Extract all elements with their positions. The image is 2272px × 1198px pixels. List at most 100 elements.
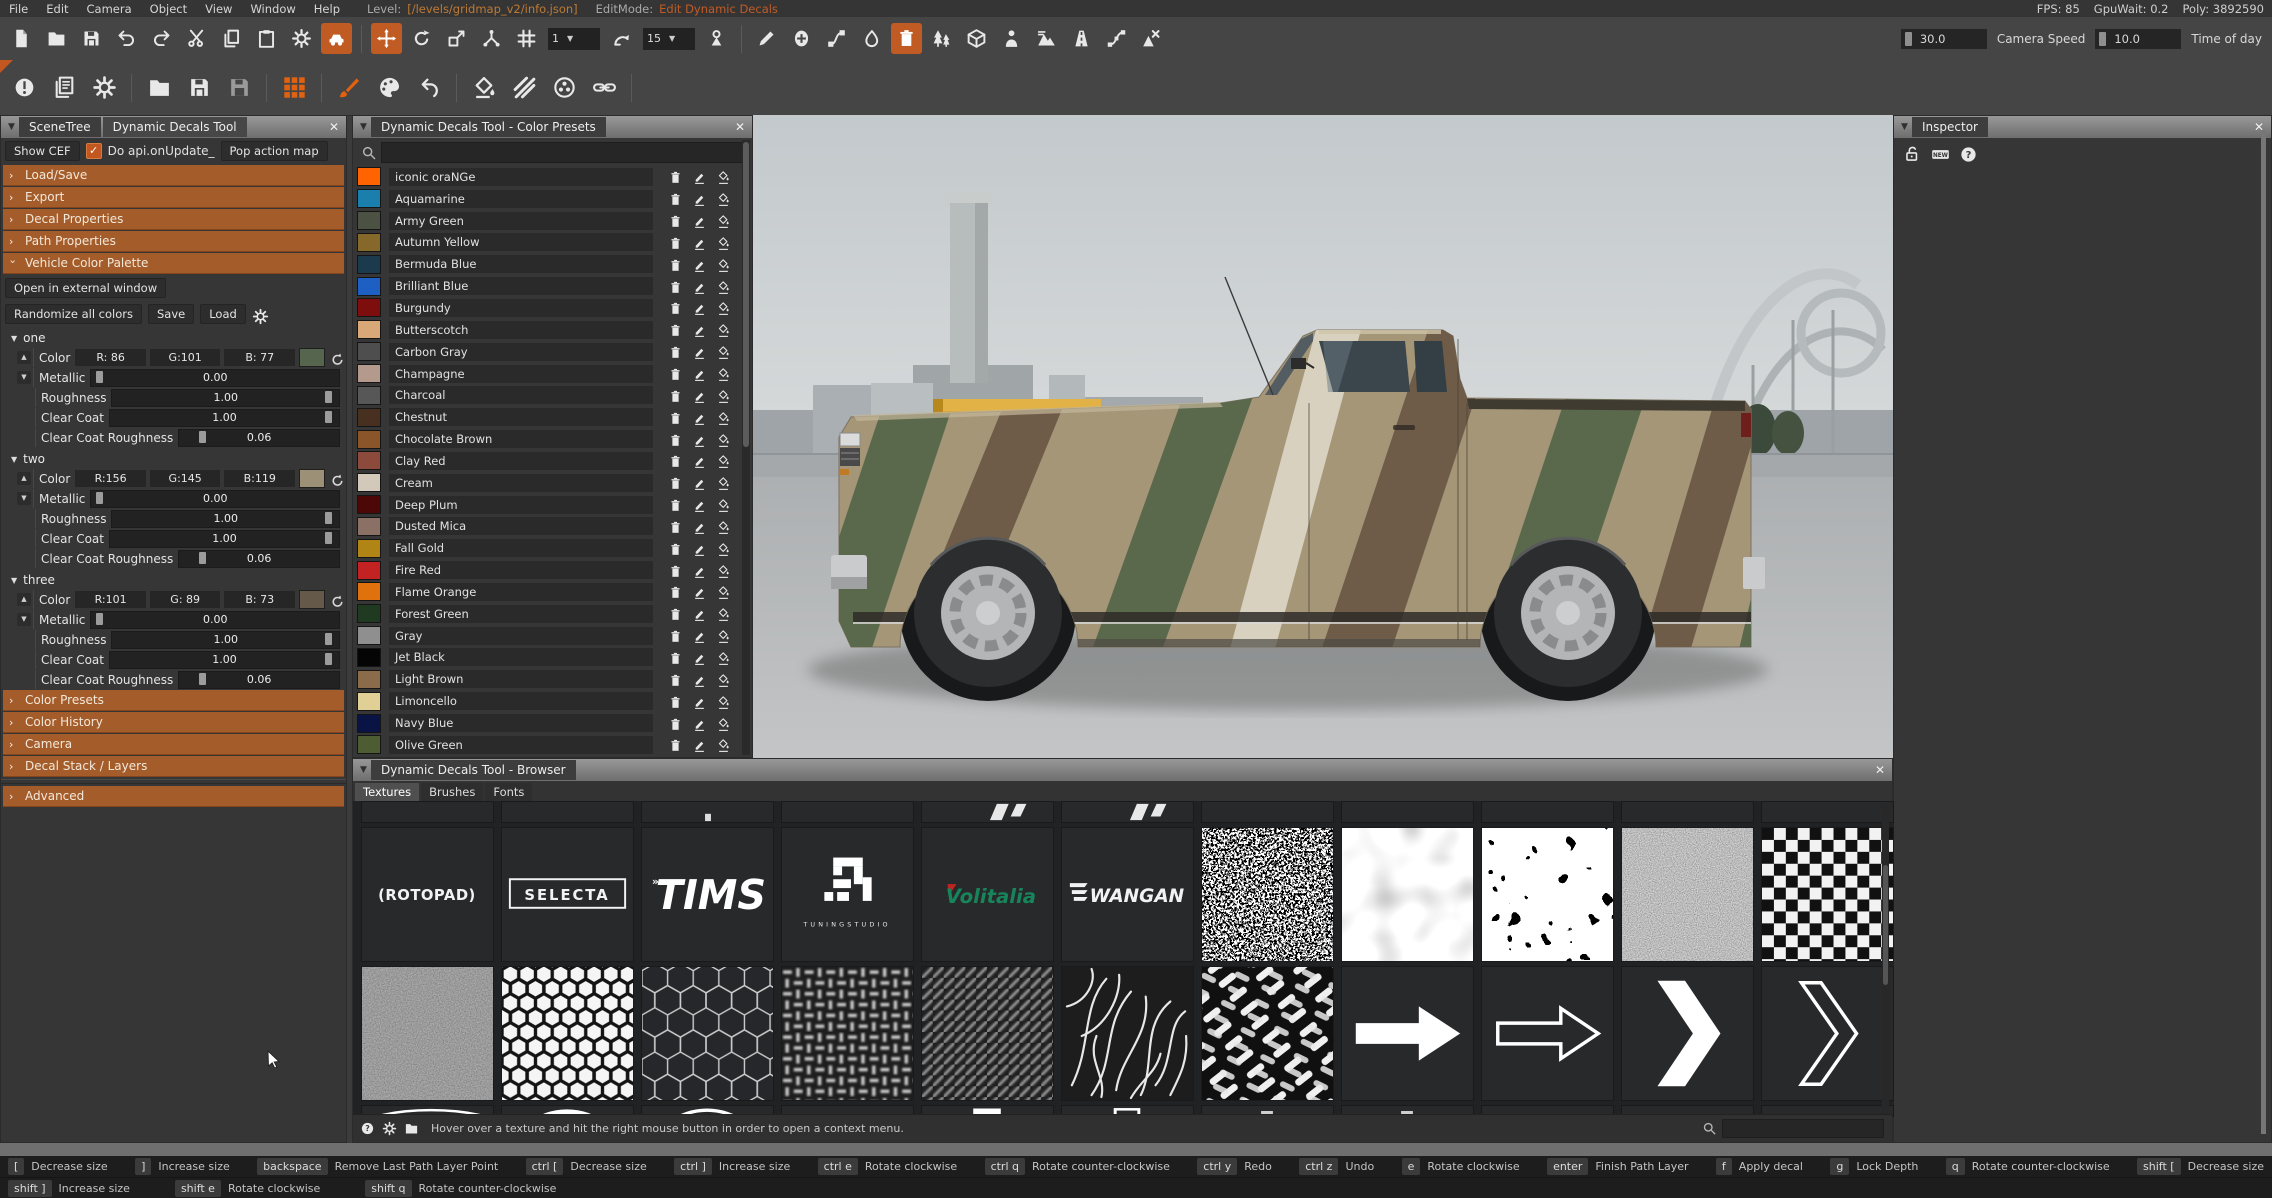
section-load-save[interactable]: ›Load/Save — [3, 165, 344, 186]
preset-name[interactable]: Flame Orange — [389, 583, 653, 601]
move-down-button[interactable]: ▼ — [17, 371, 31, 384]
preset-swatch[interactable] — [357, 211, 381, 230]
preset-name[interactable]: Brilliant Blue — [389, 277, 653, 295]
apply-preset-button[interactable] — [711, 582, 735, 601]
reset-color-icon[interactable] — [329, 591, 346, 608]
roughness-slider[interactable]: 1.00 — [111, 389, 340, 407]
texture-tile-blank[interactable] — [781, 801, 914, 823]
delete-preset-button[interactable] — [663, 211, 687, 230]
gear-icon[interactable] — [375, 1121, 397, 1136]
preset-name[interactable]: Fire Red — [389, 561, 653, 579]
apply-preset-button[interactable] — [711, 320, 735, 339]
edit-preset-button[interactable] — [687, 320, 711, 339]
palette-settings-icon[interactable] — [252, 306, 269, 323]
preset-swatch[interactable] — [357, 386, 381, 405]
apply-preset-button[interactable] — [711, 277, 735, 296]
viewport-3d[interactable] — [753, 115, 1893, 758]
edit-preset-button[interactable] — [687, 298, 711, 317]
palette-save-button[interactable]: Save — [148, 304, 194, 324]
delete-preset-button[interactable] — [663, 342, 687, 361]
save-project-button[interactable] — [181, 70, 217, 106]
apply-preset-button[interactable] — [711, 626, 735, 645]
clear-coat-slider[interactable]: 1.00 — [109, 530, 340, 548]
edit-preset-button[interactable] — [687, 167, 711, 186]
camera-speed-input[interactable]: 30.0 — [1901, 29, 1987, 49]
palette-load-button[interactable]: Load — [200, 304, 246, 324]
preset-swatch[interactable] — [357, 539, 381, 558]
metallic-slider[interactable]: 0.00 — [90, 490, 340, 508]
scrollbar-thumb[interactable] — [1883, 865, 1888, 985]
editmode-value[interactable]: Edit Dynamic Decals — [659, 2, 778, 16]
preset-name[interactable]: Jet Black — [389, 648, 653, 666]
edit-preset-button[interactable] — [687, 408, 711, 427]
texture-tile-mark-tick[interactable] — [641, 801, 774, 823]
preset-name[interactable]: Gray — [389, 627, 653, 645]
section-camera[interactable]: ›Camera — [3, 734, 344, 755]
texture-tile-noise-fine[interactable] — [1621, 827, 1754, 962]
color-r-input[interactable]: R:156 — [75, 470, 146, 487]
edit-preset-button[interactable] — [687, 277, 711, 296]
decal-grid-button[interactable] — [276, 70, 312, 106]
edit-preset-button[interactable] — [687, 539, 711, 558]
edit-preset-button[interactable] — [687, 189, 711, 208]
tool-docs-button[interactable] — [46, 70, 82, 106]
texture-tile-logo-wangan[interactable]: WANGAN — [1061, 827, 1194, 962]
color-b-input[interactable]: B: 73 — [224, 591, 295, 608]
edit-preset-button[interactable] — [687, 473, 711, 492]
edit-preset-button[interactable] — [687, 255, 711, 274]
preset-swatch[interactable] — [357, 495, 381, 514]
reset-color-icon[interactable] — [329, 470, 346, 487]
apply-preset-button[interactable] — [711, 211, 735, 230]
move-up-button[interactable]: ▲ — [17, 593, 31, 606]
clear-coat-roughness-slider[interactable]: 0.06 — [178, 550, 340, 568]
preset-name[interactable]: Limoncello — [389, 692, 653, 710]
preset-swatch[interactable] — [357, 255, 381, 274]
vehicle-tool-button[interactable] — [321, 23, 352, 54]
rotate-snap-button[interactable] — [606, 23, 637, 54]
palette-group-three[interactable]: ▼three — [1, 569, 346, 589]
draw-decal-button[interactable] — [751, 23, 782, 54]
preset-swatch[interactable] — [357, 604, 381, 623]
apply-preset-button[interactable] — [711, 233, 735, 252]
help-icon[interactable]: ? — [1959, 144, 1978, 164]
apply-preset-button[interactable] — [711, 364, 735, 383]
open-level-button[interactable] — [41, 23, 72, 54]
section-vehicle-color-palette[interactable]: › Vehicle Color Palette — [3, 253, 344, 274]
preset-name[interactable]: Aquamarine — [389, 190, 653, 208]
preset-swatch[interactable] — [357, 189, 381, 208]
preset-name[interactable]: Clay Red — [389, 452, 653, 470]
menu-window[interactable]: Window — [241, 2, 304, 16]
apply-preset-button[interactable] — [711, 670, 735, 689]
close-icon[interactable]: ✕ — [326, 119, 342, 135]
move-down-button[interactable]: ▼ — [17, 492, 31, 505]
edit-preset-button[interactable] — [687, 430, 711, 449]
texture-tile-weave[interactable] — [781, 966, 914, 1101]
preset-name[interactable]: Autumn Yellow — [389, 233, 653, 251]
move-up-button[interactable]: ▲ — [17, 472, 31, 485]
delete-preset-button[interactable] — [663, 670, 687, 689]
metallic-slider[interactable]: 0.00 — [90, 369, 340, 387]
randomize-all-colors-button[interactable]: Randomize all colors — [5, 304, 142, 324]
preset-name[interactable]: Chestnut — [389, 408, 653, 426]
edit-preset-button[interactable] — [687, 342, 711, 361]
edit-preset-button[interactable] — [687, 692, 711, 711]
redo-button[interactable] — [146, 23, 177, 54]
preset-name[interactable]: Navy Blue — [389, 714, 653, 732]
edit-preset-button[interactable] — [687, 582, 711, 601]
texture-tile-logo-tuning[interactable]: TUNINGSTUDIO — [781, 827, 914, 962]
apply-preset-button[interactable] — [711, 167, 735, 186]
save-project-as-button[interactable] — [221, 70, 257, 106]
edit-preset-button[interactable] — [687, 735, 711, 754]
edit-preset-button[interactable] — [687, 211, 711, 230]
cut-button[interactable] — [181, 23, 212, 54]
new-file-button[interactable] — [6, 23, 37, 54]
move-up-button[interactable]: ▲ — [17, 351, 31, 364]
scale-gizmo-button[interactable] — [441, 23, 472, 54]
panel-menu-icon[interactable]: ▼ — [1897, 119, 1912, 135]
edit-preset-button[interactable] — [687, 561, 711, 580]
delete-preset-button[interactable] — [663, 561, 687, 580]
gizmo-mode-button[interactable] — [476, 23, 507, 54]
browser-tab-brushes[interactable]: Brushes — [421, 783, 483, 802]
folder-icon[interactable] — [397, 1121, 419, 1136]
color-r-input[interactable]: R: 86 — [75, 349, 146, 366]
